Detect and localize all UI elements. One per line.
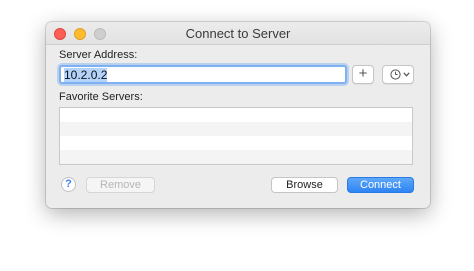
favorite-servers-label: Favorite Servers:	[59, 91, 143, 103]
browse-button[interactable]: Browse	[271, 177, 338, 193]
server-address-value: 10.2.0.2	[64, 68, 108, 82]
help-button[interactable]: ?	[61, 177, 76, 192]
title-bar[interactable]: Connect to Server	[46, 22, 430, 45]
add-favorite-button[interactable]: +	[352, 65, 374, 84]
plus-icon: +	[358, 65, 368, 82]
server-address-label: Server Address:	[59, 49, 138, 61]
list-row[interactable]	[60, 150, 412, 164]
server-address-input[interactable]: 10.2.0.2	[59, 65, 347, 84]
list-row[interactable]	[60, 136, 412, 150]
connect-to-server-window: Connect to Server Server Address: 10.2.0…	[46, 22, 430, 208]
clock-icon	[390, 69, 401, 80]
list-row[interactable]	[60, 108, 412, 122]
connect-button[interactable]: Connect	[347, 177, 414, 193]
favorite-servers-list[interactable]	[59, 107, 413, 165]
recent-servers-button[interactable]	[382, 65, 414, 84]
remove-button: Remove	[86, 177, 155, 193]
chevron-down-icon	[403, 72, 410, 77]
list-row[interactable]	[60, 122, 412, 136]
window-title: Connect to Server	[185, 26, 291, 41]
